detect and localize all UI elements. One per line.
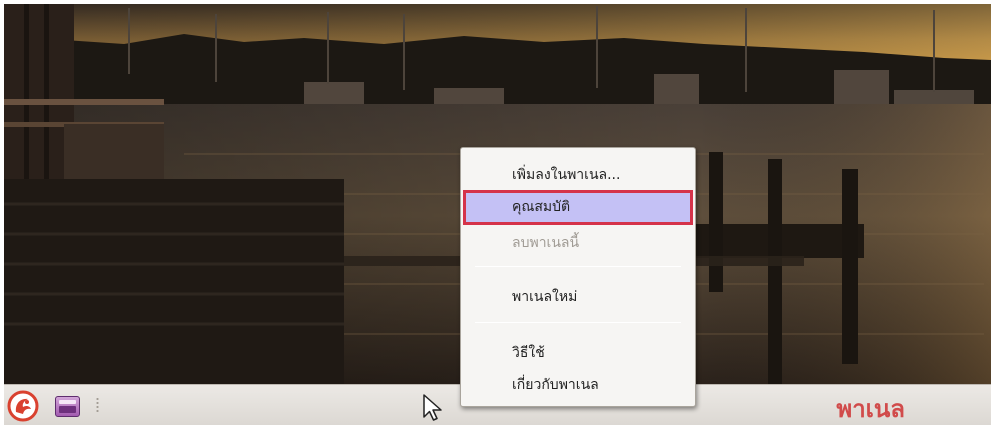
menu-item-delete-panel: ลบพาเนลนี้ (512, 235, 580, 251)
panel-grip-icon[interactable] (96, 397, 99, 413)
mouse-pointer-icon (422, 393, 444, 423)
menu-item-help[interactable]: วิธีใช้ (465, 338, 691, 369)
menu-item-properties[interactable]: คุณสมบัติ (463, 190, 693, 225)
panel-context-menu: เพิ่มลงในพาเนล... คุณสมบัติ ลบพาเนลนี้ พ… (460, 147, 696, 407)
show-desktop-icon[interactable] (55, 396, 80, 417)
menu-item-new-panel[interactable]: พาเนลใหม่ (465, 282, 691, 313)
screenshot-frame: พาเนล เพิ่มลงในพาเนล... คุณสมบัติ ลบพาเน… (4, 4, 991, 425)
menu-item-add-to-panel[interactable]: เพิ่มลงในพาเนล... (465, 160, 691, 191)
main-menu-icon[interactable] (7, 390, 39, 422)
menu-separator (475, 322, 681, 323)
menu-item-about-panels[interactable]: เกี่ยวกับพาเนล (465, 370, 691, 401)
panel-label: พาเนล (836, 395, 905, 423)
menu-separator (475, 266, 681, 267)
